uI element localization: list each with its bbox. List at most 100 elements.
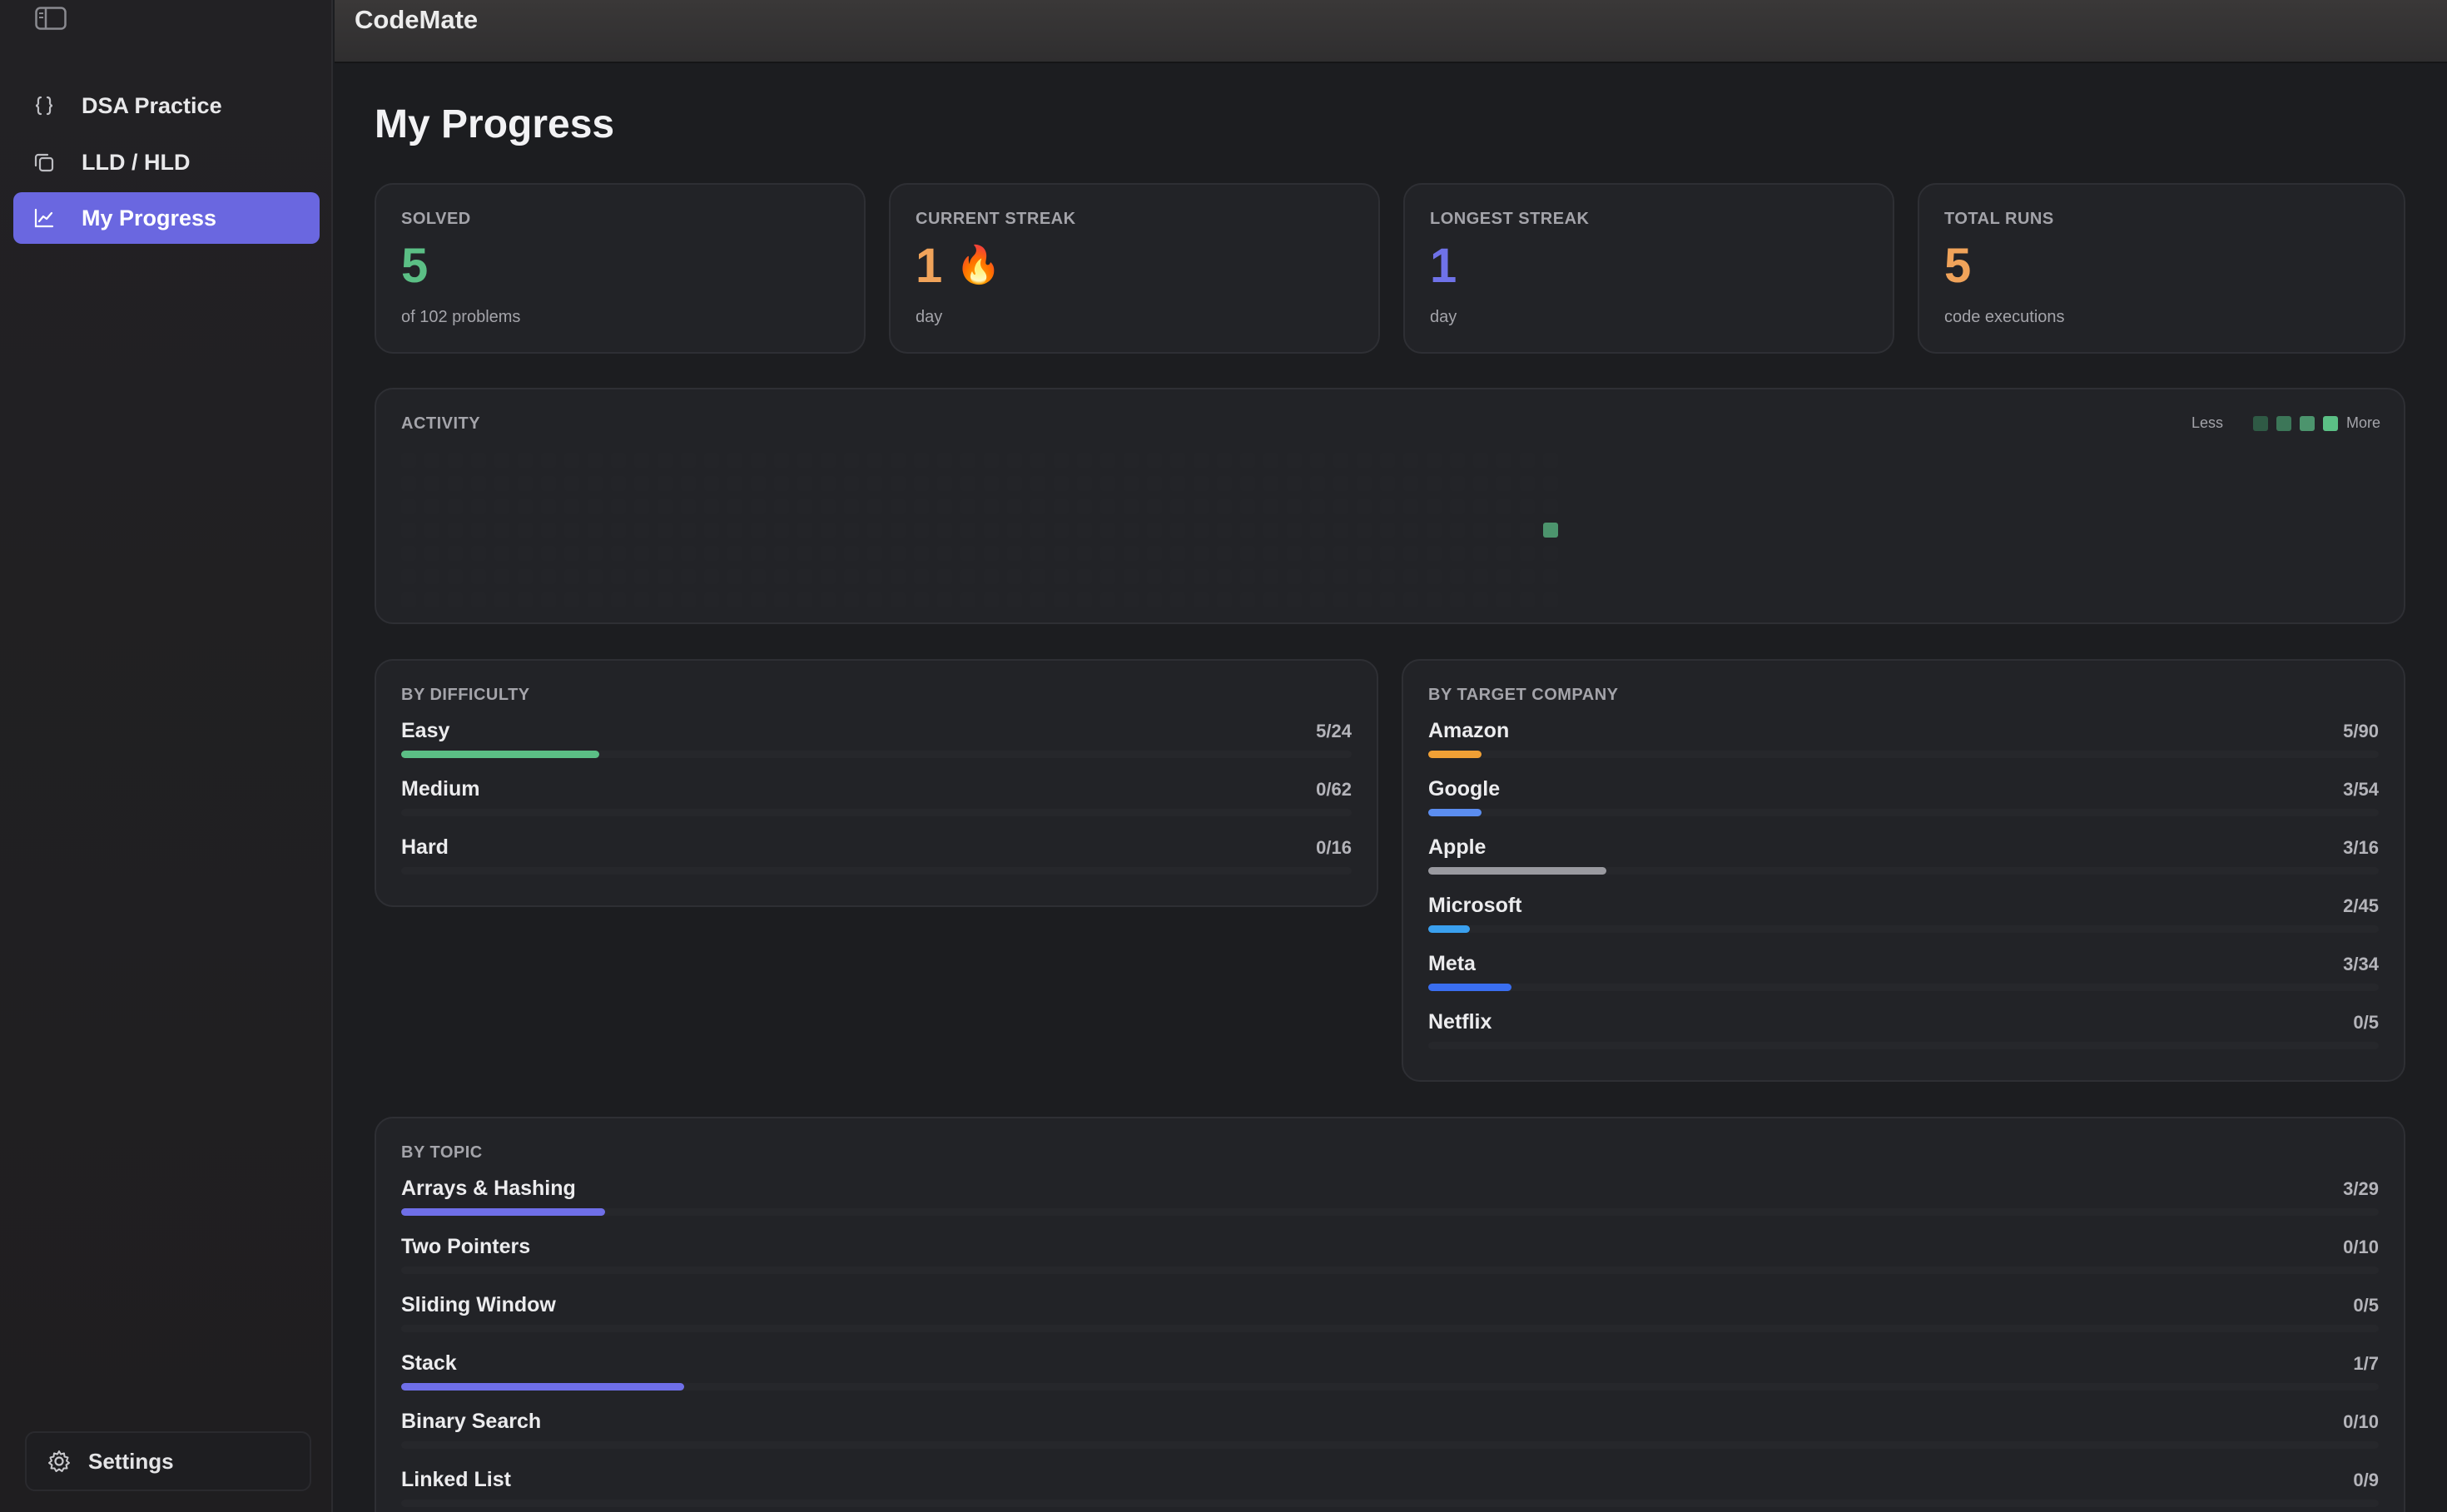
heatmap-cell: [1287, 569, 1302, 584]
heatmap-cell: [774, 546, 789, 561]
heatmap-cell: [1170, 569, 1185, 584]
heatmap-cell: [1333, 546, 1348, 561]
heatmap-cell: [1287, 476, 1302, 491]
topic-row: Stack 1/7: [401, 1351, 2379, 1398]
heatmap-cell: [797, 499, 812, 514]
heatmap-cell: [1380, 569, 1395, 584]
heatmap-cell: [1124, 569, 1139, 584]
heatmap-cell: [867, 499, 882, 514]
heatmap-cell: [1194, 592, 1209, 607]
heatmap-cell: [1100, 592, 1115, 607]
heatmap-cell: [727, 453, 742, 468]
heatmap-cell: [1194, 569, 1209, 584]
heatmap-cell: [1007, 569, 1022, 584]
heatmap-cell: [1450, 546, 1465, 561]
heatmap-cell: [704, 569, 719, 584]
heatmap-cell: [960, 453, 975, 468]
heatmap-cell: [1194, 546, 1209, 561]
stat-card-current-streak: CURRENT STREAK 1 🔥 day: [889, 183, 1380, 354]
heatmap-cell: [1496, 592, 1511, 607]
heatmap-cell: [1496, 499, 1511, 514]
topic-card: BY TOPIC Arrays & Hashing 3/29 Two Pointer…: [375, 1117, 2405, 1512]
heatmap-cell: [1124, 546, 1139, 561]
sidebar-item-dsa-practice[interactable]: DSA Practice: [13, 80, 320, 131]
sidebar-item-lld-hld[interactable]: LLD / HLD: [13, 136, 320, 188]
heatmap-cell: [1473, 453, 1488, 468]
heatmap-cell: [1403, 592, 1418, 607]
activity-legend: Less More: [2191, 414, 2380, 432]
company-label: BY TARGET COMPANY: [1428, 686, 1619, 704]
progress-track: [401, 1325, 2379, 1332]
heatmap-cell: [681, 546, 696, 561]
heatmap-cell: [1170, 523, 1185, 538]
heatmap-cell: [611, 453, 626, 468]
heatmap-cell: [634, 546, 649, 561]
heatmap-cell: [797, 523, 812, 538]
heatmap-cell: [1170, 476, 1185, 491]
heatmap-cell: [518, 476, 533, 491]
heatmap-cell: [1403, 453, 1418, 468]
sidebar-item-my-progress[interactable]: My Progress: [13, 192, 320, 244]
progress-track: [401, 867, 1352, 875]
heatmap-cell: [774, 453, 789, 468]
difficulty-row: Hard 0/16: [401, 835, 1352, 882]
legend-less: Less: [2191, 414, 2223, 431]
row-name: Hard: [401, 835, 449, 859]
heatmap-cell: [1170, 453, 1185, 468]
heatmap-cell: [727, 569, 742, 584]
heatmap-cell: [1427, 569, 1442, 584]
heatmap-cell: [937, 569, 952, 584]
heatmap-cell: [984, 476, 999, 491]
heatmap-cell: [821, 569, 836, 584]
heatmap-cell: [984, 453, 999, 468]
row-name: Medium: [401, 777, 480, 801]
heatmap-cell: [1333, 499, 1348, 514]
heatmap-cell: [611, 523, 626, 538]
heatmap-cell: [494, 569, 509, 584]
heatmap-cell: [844, 523, 859, 538]
heatmap-cell: [658, 453, 673, 468]
progress-fill: [1428, 925, 1471, 933]
heatmap-cell: [1194, 523, 1209, 538]
heatmap-cell: [1427, 592, 1442, 607]
heatmap-cell: [424, 476, 439, 491]
progress-track: [401, 1441, 2379, 1449]
legend-swatch: [2252, 415, 2268, 431]
sidebar-toggle-icon[interactable]: [35, 7, 67, 30]
heatmap-cell: [1357, 569, 1372, 584]
heatmap-cell: [1310, 592, 1325, 607]
main-content: My Progress SOLVED 5 of 102 problems CUR…: [335, 65, 2447, 1512]
settings-button[interactable]: Settings: [25, 1431, 311, 1491]
heatmap-cell: [1380, 453, 1395, 468]
heatmap-cell: [1030, 569, 1045, 584]
row-count: 1/7: [2353, 1353, 2379, 1374]
heatmap-cell: [448, 569, 463, 584]
heatmap-cell: [658, 569, 673, 584]
heatmap-cell: [704, 546, 719, 561]
heatmap-cell: [797, 569, 812, 584]
heatmap-cell: [1217, 499, 1232, 514]
heatmap-cell: [1310, 476, 1325, 491]
heatmap-cell: [751, 592, 766, 607]
row-count: 0/62: [1316, 779, 1352, 800]
row-count: 5/24: [1316, 721, 1352, 741]
heatmap-cell: [891, 476, 906, 491]
heatmap-cell: [704, 499, 719, 514]
heatmap-cell: [1217, 476, 1232, 491]
heatmap-cell: [1543, 453, 1558, 468]
heatmap-cell: [564, 546, 579, 561]
heatmap-cell: [1007, 546, 1022, 561]
heatmap-cell: [914, 546, 929, 561]
heatmap-cell: [937, 546, 952, 561]
heatmap-cell: [1100, 499, 1115, 514]
stat-card-longest-streak: LONGEST STREAK 1 day: [1403, 183, 1894, 354]
heatmap-cell: [588, 592, 603, 607]
heatmap-cell: [611, 499, 626, 514]
heatmap-cell: [1170, 592, 1185, 607]
heatmap-cell: [891, 523, 906, 538]
progress-fill: [401, 1208, 605, 1216]
heatmap-cell: [844, 453, 859, 468]
heatmap-cell: [1217, 453, 1232, 468]
stat-card-solved: SOLVED 5 of 102 problems: [375, 183, 866, 354]
row-name: Two Pointers: [401, 1235, 531, 1258]
